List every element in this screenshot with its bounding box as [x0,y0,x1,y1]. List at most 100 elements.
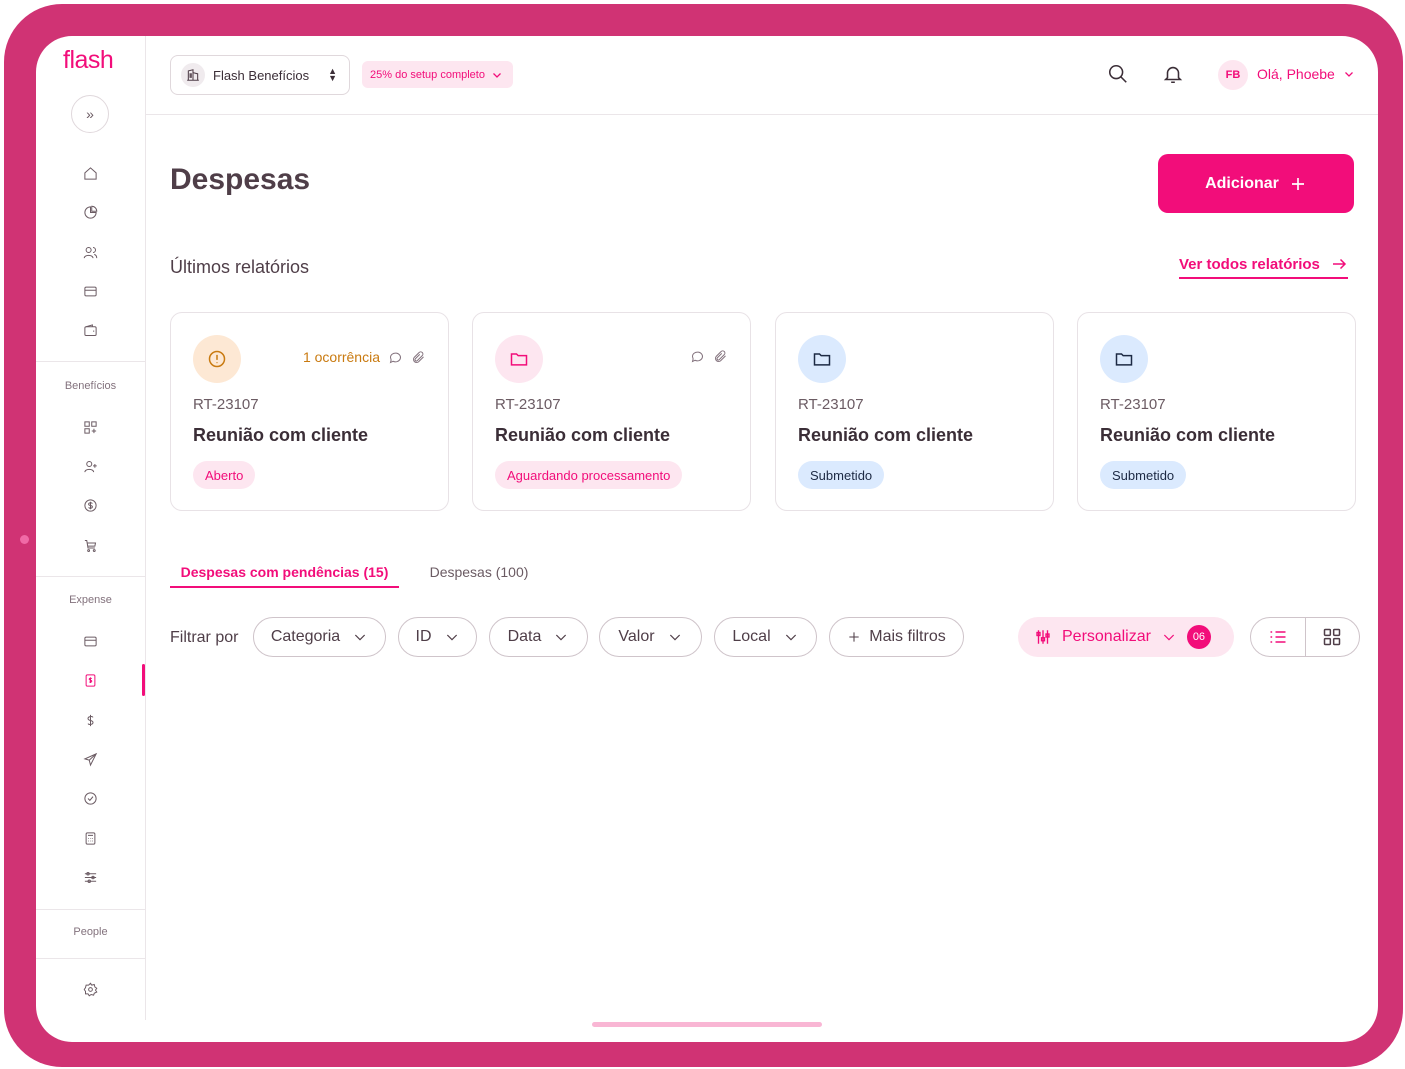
report-meta: 1 ocorrência [303,349,426,365]
status-badge: Aguardando processamento [495,461,683,489]
section-label-people: People [73,926,108,938]
search-icon[interactable] [1107,63,1131,87]
chevron-down-icon [1163,634,1175,641]
sidebar-divider [36,576,145,577]
chevron-down-icon [785,634,796,641]
plane-icon[interactable] [79,748,101,770]
plus-icon [849,632,859,642]
report-id: RT-23107 [1100,396,1166,413]
comment-icon [389,352,401,363]
home-icon[interactable] [79,162,101,184]
folder-icon [495,335,543,383]
chevron-down-icon [669,634,680,641]
bell-icon[interactable] [1162,63,1186,87]
card-icon[interactable] [79,280,101,302]
reports-title: Últimos relatórios [170,257,310,277]
sidebar-divider [36,361,145,362]
top-header: Flash Benefícios ▲ ▼ 25% do setup complet… [146,36,1378,115]
sliders-icon [1036,630,1050,644]
screen: flash » Benefícios Expense People Flash … [36,36,1378,1042]
users-icon[interactable] [79,241,101,263]
card-icon[interactable] [79,630,101,652]
setup-progress-label: 25% do setup completo [370,68,485,81]
see-all-reports-link[interactable]: Ver todos relatórios [1179,255,1348,279]
folder-icon [798,335,846,383]
section-label-beneficios: Benefícios [64,380,117,392]
calculator-icon[interactable] [79,827,101,849]
company-selector[interactable]: Flash Benefícios ▲ ▼ [170,55,350,95]
cart-icon[interactable] [79,534,101,556]
list-view-button[interactable] [1251,618,1306,656]
grid-plus-icon[interactable] [79,416,101,438]
chevron-down-icon [446,634,457,641]
filter-chip-label: ID [415,628,432,645]
report-card[interactable]: RT-23107 Reunião com cliente Aguardando … [472,312,751,511]
report-card[interactable]: RT-23107 Reunião com cliente Submetido [1077,312,1356,511]
setup-progress-dropdown[interactable]: 25% do setup completo [362,61,513,88]
gear-icon[interactable] [79,978,101,1000]
flash-logo: flash [63,46,114,74]
grid-view-button[interactable] [1306,618,1360,656]
wallet-icon[interactable] [79,319,101,341]
sliders-icon[interactable] [79,866,101,888]
updown-icon: ▲ ▼ [328,66,337,83]
user-plus-icon[interactable] [79,455,101,477]
filter-chip-label: Valor [618,628,655,645]
chevron-down-icon [556,634,567,641]
greeting-label: Olá, Phoebe [1257,66,1335,82]
report-name: Reunião com cliente [798,425,974,445]
device-frame: flash » Benefícios Expense People Flash … [4,4,1403,1067]
status-badge: Aberto [193,461,256,489]
folder-icon [1100,335,1148,383]
home-indicator [592,1022,822,1027]
building-icon [181,63,205,87]
grid-icon [1324,628,1341,646]
status-badge: Submetido [798,461,885,489]
customize-count-badge: 06 [1186,625,1211,649]
warning-icon [193,335,241,383]
sidebar: flash » Benefícios Expense People [36,36,146,1020]
more-filters-button[interactable]: Mais filtros [829,617,964,657]
report-meta [690,349,728,364]
receipt-icon[interactable] [79,669,101,691]
more-filters-label: Mais filtros [869,628,946,645]
coin-icon[interactable] [79,494,101,516]
sidebar-divider [36,909,145,910]
expand-sidebar-button[interactable]: » [71,95,109,133]
filter-location[interactable]: Local [714,617,817,657]
sidebar-divider [36,958,145,959]
report-name: Reunião com cliente [1100,425,1276,445]
paperclip-icon [715,350,726,362]
check-circle-icon[interactable] [79,787,101,809]
filter-chip-label: Local [732,628,771,645]
see-all-label: Ver todos relatórios [1179,255,1320,273]
filter-date[interactable]: Data [489,617,588,657]
avatar[interactable]: FB [1218,60,1248,90]
chevron-down-icon [493,72,501,78]
add-button[interactable]: Adicionar [1158,154,1354,213]
chevron-down-icon [355,634,366,641]
status-badge: Submetido [1100,461,1187,489]
report-name: Reunião com cliente [495,425,671,445]
user-menu[interactable]: Olá, Phoebe [1257,66,1355,82]
pie-chart-icon[interactable] [79,201,101,223]
occurrence-label: 1 ocorrência [302,349,380,365]
section-label-expense: Expense [69,594,112,606]
tab-expenses[interactable]: Despesas (100) [419,558,539,586]
page-title: Despesas [170,163,311,196]
report-card[interactable]: RT-23107 Reunião com cliente Submetido [775,312,1054,511]
view-toggle [1250,617,1360,657]
filter-id[interactable]: ID [398,617,477,657]
customize-button[interactable]: Personalizar 06 [1018,617,1234,657]
tab-pending-expenses[interactable]: Despesas com pendências (15) [170,558,399,588]
report-id: RT-23107 [193,396,259,413]
report-card[interactable]: 1 ocorrência RT-23107 Reunião com client… [170,312,449,511]
add-button-label: Adicionar [1205,174,1279,192]
paperclip-icon [413,350,424,363]
filter-value[interactable]: Valor [599,617,702,657]
dollar-icon[interactable] [79,709,101,731]
filter-chip-label: Categoria [270,628,341,645]
filter-category[interactable]: Categoria [253,617,386,657]
active-indicator [142,664,145,696]
filter-chip-label: Data [507,628,542,645]
